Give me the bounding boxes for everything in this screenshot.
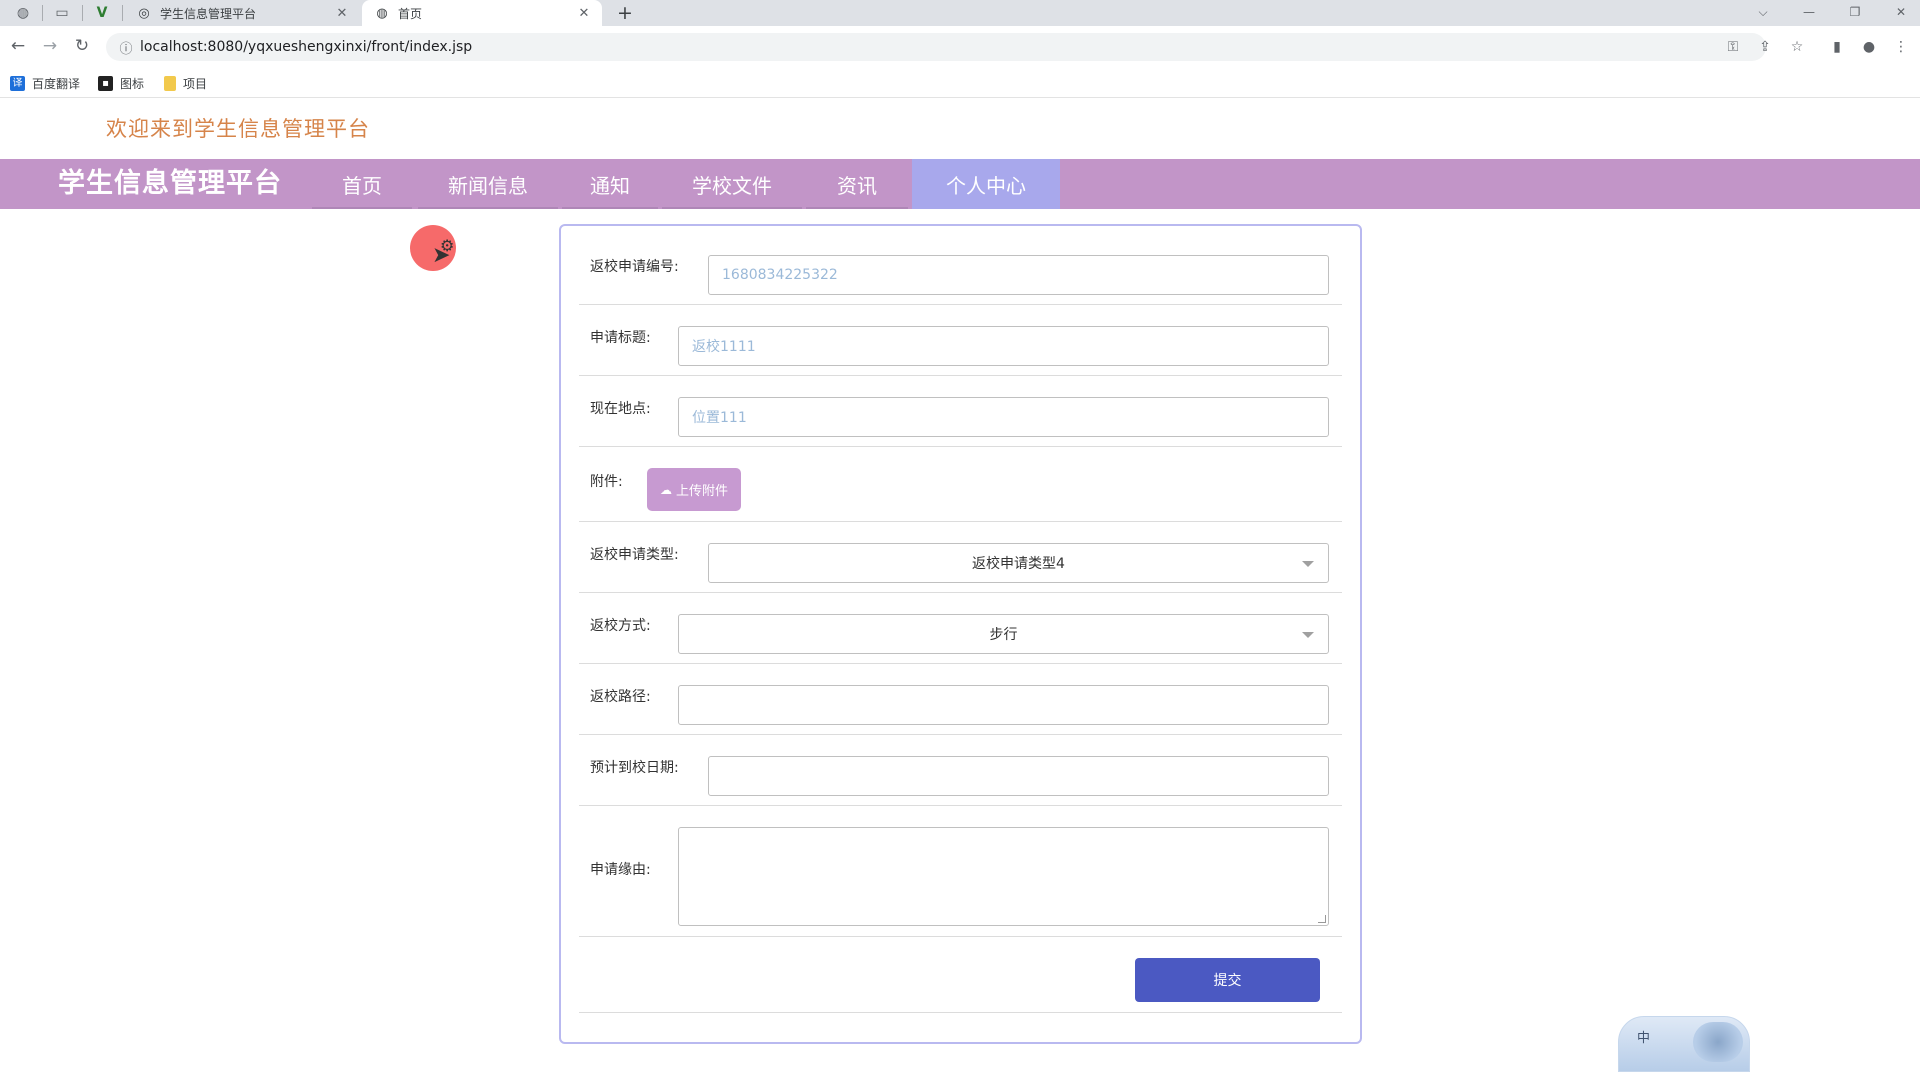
bookmark-baidu-translate[interactable]: 译 百度翻译: [10, 72, 80, 94]
mouse-cursor-icon: ➤: [432, 243, 451, 268]
tab-title: 学生信息管理平台: [160, 6, 257, 21]
nav-underline: [312, 207, 412, 209]
arrival-date-input[interactable]: [708, 756, 1329, 796]
share-icon[interactable]: ⇪: [1754, 36, 1776, 58]
label-attachment: 附件:: [590, 474, 623, 490]
forward-icon[interactable]: →: [38, 34, 62, 58]
close-tab-icon[interactable]: ✕: [574, 6, 594, 21]
welcome-text: 欢迎来到学生信息管理平台: [106, 117, 370, 141]
globe-icon: ◍: [376, 5, 388, 21]
resize-handle-icon[interactable]: [1318, 915, 1326, 923]
type-select-value: 返校申请类型4: [972, 556, 1065, 572]
title-input[interactable]: 返校1111: [678, 326, 1329, 366]
pinned-tab-blank-icon[interactable]: ▭: [45, 0, 79, 26]
nav-underline: [806, 207, 908, 209]
star-icon[interactable]: ☆: [1786, 36, 1808, 58]
nav-label: 资讯: [837, 173, 877, 198]
cloud-upload-icon: ☁: [659, 482, 672, 497]
site-info-icon[interactable]: ⓘ: [112, 38, 140, 57]
chevron-down-icon: [1302, 561, 1314, 567]
upload-attachment-button[interactable]: ☁ 上传附件: [647, 468, 741, 511]
bookmark-label: 项目: [183, 76, 208, 91]
tab-separator: [82, 5, 83, 21]
nav-news[interactable]: 新闻信息: [418, 159, 558, 209]
nav-school-files[interactable]: 学校文件: [662, 159, 802, 209]
label-title: 申请标题:: [590, 330, 651, 346]
tab-search-icon[interactable]: ⌵: [1740, 0, 1786, 24]
tab-separator: [42, 5, 43, 21]
label-location: 现在地点:: [590, 401, 651, 417]
minimize-icon[interactable]: —: [1786, 0, 1832, 24]
tab-title: 首页: [398, 6, 423, 21]
menu-icon[interactable]: ⋮: [1890, 36, 1912, 58]
nav-personal-center[interactable]: 个人中心: [912, 159, 1060, 209]
nav-label: 学校文件: [692, 173, 772, 198]
nav-underline: [418, 207, 558, 209]
bookmark-projects[interactable]: 项目: [164, 72, 207, 94]
location-input[interactable]: 位置111: [678, 397, 1329, 437]
route-input[interactable]: [678, 685, 1329, 725]
ime-mode-label: 中: [1637, 1031, 1651, 1046]
url-bar[interactable]: ⓘ localhost:8080/yqxueshengxinxi/front/i…: [106, 33, 1766, 61]
tab-student-platform[interactable]: ◎ 学生信息管理平台 ✕: [124, 0, 360, 26]
label-reason: 申请缘由:: [590, 862, 651, 878]
reload-icon[interactable]: ↻: [70, 34, 94, 58]
nav-info[interactable]: 资讯: [806, 159, 908, 209]
bookmarks-bar: [0, 70, 1920, 98]
reason-textarea[interactable]: [678, 827, 1329, 926]
label-arrival-date: 预计到校日期:: [590, 760, 679, 776]
pinned-tab-globe-icon[interactable]: ◍: [6, 0, 40, 26]
method-select[interactable]: 步行: [678, 614, 1329, 654]
nav-home[interactable]: 首页: [312, 159, 412, 209]
site-icon: ◎: [138, 5, 150, 21]
nav-underline: [562, 207, 658, 209]
restore-icon[interactable]: ❐: [1832, 0, 1878, 24]
tab-home[interactable]: ◍ 首页 ✕: [362, 0, 602, 26]
nav-label: 个人中心: [946, 173, 1026, 198]
image-icon: ▪: [98, 75, 113, 91]
pinned-tab-vue-icon[interactable]: V: [85, 0, 119, 26]
nav-label: 首页: [342, 173, 382, 198]
label-method: 返校方式:: [590, 618, 651, 634]
url-text: localhost:8080/yqxueshengxinxi/front/ind…: [140, 39, 473, 55]
close-window-icon[interactable]: ✕: [1878, 0, 1920, 24]
nav-notice[interactable]: 通知: [562, 159, 658, 209]
bookmark-icons[interactable]: ▪ 图标: [98, 72, 144, 94]
label-application-no: 返校申请编号:: [590, 259, 679, 275]
key-icon[interactable]: ⚿: [1722, 36, 1744, 58]
chevron-down-icon: [1302, 632, 1314, 638]
type-select[interactable]: 返校申请类型4: [708, 543, 1329, 583]
brand-title[interactable]: 学生信息管理平台: [58, 163, 282, 205]
bookmark-label: 百度翻译: [32, 76, 81, 91]
label-route: 返校路径:: [590, 689, 651, 705]
back-icon[interactable]: ←: [6, 34, 30, 58]
method-select-value: 步行: [989, 627, 1018, 643]
tab-separator: [122, 5, 123, 21]
ime-skin-icon: [1693, 1022, 1743, 1062]
translate-icon: 译: [10, 75, 25, 91]
bookmark-label: 图标: [120, 76, 145, 91]
nav-underline: [662, 207, 802, 209]
side-panel-icon[interactable]: ▮: [1826, 36, 1848, 58]
application-no-input[interactable]: 1680834225322: [708, 255, 1329, 295]
nav-label: 新闻信息: [448, 173, 528, 198]
close-tab-icon[interactable]: ✕: [332, 6, 352, 21]
upload-label: 上传附件: [675, 484, 728, 499]
submit-button[interactable]: 提交: [1135, 958, 1320, 1002]
profile-icon[interactable]: ●: [1858, 36, 1880, 58]
nav-label: 通知: [590, 173, 630, 198]
folder-icon: [164, 75, 176, 91]
label-type: 返校申请类型:: [590, 547, 679, 563]
new-tab-button[interactable]: +: [612, 0, 638, 26]
